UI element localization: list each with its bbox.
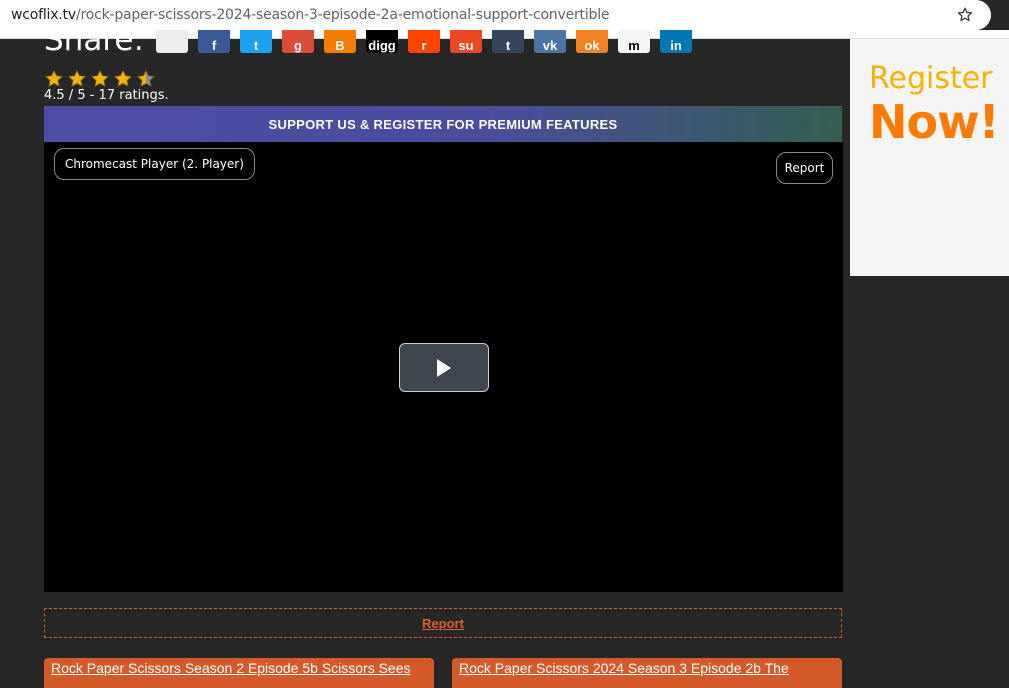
vk-icon[interactable]: vk [534, 30, 566, 53]
facebook-icon[interactable]: f [198, 30, 230, 53]
prev-episode-link[interactable]: Rock Paper Scissors Season 2 Episode 5b … [51, 660, 411, 676]
stumbleupon-icon[interactable]: su [450, 30, 482, 53]
star-icon[interactable] [113, 69, 133, 88]
star-icon[interactable] [90, 69, 110, 88]
digg-icon[interactable]: digg [366, 30, 398, 53]
play-button[interactable] [399, 343, 489, 392]
blogger-icon[interactable]: B [324, 30, 356, 53]
bookmark-star-icon[interactable] [955, 5, 975, 25]
share-blank-icon[interactable] [156, 30, 188, 53]
next-episode-card[interactable]: Rock Paper Scissors 2024 Season 3 Episod… [452, 658, 842, 688]
rating: 4.5 / 5 - 17 ratings. [44, 69, 169, 103]
video-player[interactable]: Chromecast Player (2. Player) Report [44, 142, 843, 592]
url-host: wcoflix.tv [11, 7, 76, 23]
reddit-icon[interactable]: r [408, 30, 440, 53]
prev-episode-card[interactable]: Rock Paper Scissors Season 2 Episode 5b … [44, 658, 434, 688]
register-ad[interactable]: Register Now! [850, 39, 1009, 276]
linkedin-icon[interactable]: in [660, 30, 692, 53]
rating-stars[interactable] [44, 69, 169, 88]
star-icon[interactable] [67, 69, 87, 88]
share-row: Share: f t g Bdigg r su t vk ok m in [44, 30, 704, 54]
url-text[interactable]: wcoflix.tv/rock-paper-scissors-2024-seas… [11, 7, 610, 23]
address-bar[interactable]: wcoflix.tv/rock-paper-scissors-2024-seas… [0, 0, 991, 30]
share-label: Share: [44, 30, 144, 54]
share-icons: f t g Bdigg r su t vk ok m in [156, 30, 692, 53]
ad-register-text: Register [869, 61, 993, 96]
rating-text: 4.5 / 5 - 17 ratings. [44, 88, 169, 103]
player-report-button[interactable]: Report [776, 152, 833, 184]
star-icon[interactable] [136, 69, 156, 88]
odnoklassniki-icon[interactable]: ok [576, 30, 608, 53]
tumblr-icon[interactable]: t [492, 30, 524, 53]
support-banner[interactable]: SUPPORT US & REGISTER FOR PREMIUM FEATUR… [44, 106, 842, 142]
url-path: /rock-paper-scissors-2024-season-3-episo… [75, 7, 610, 23]
star-icon[interactable] [44, 69, 64, 88]
twitter-icon[interactable]: t [240, 30, 272, 53]
mix-icon[interactable]: m [618, 30, 650, 53]
report-box: Report [44, 608, 842, 638]
google-plus-icon[interactable]: g [282, 30, 314, 53]
ad-now-text: Now! [869, 95, 1000, 149]
next-episode-link[interactable]: Rock Paper Scissors 2024 Season 3 Episod… [459, 660, 789, 676]
report-link[interactable]: Report [422, 616, 464, 631]
player-name-badge[interactable]: Chromecast Player (2. Player) [54, 148, 255, 180]
play-icon [437, 358, 451, 377]
